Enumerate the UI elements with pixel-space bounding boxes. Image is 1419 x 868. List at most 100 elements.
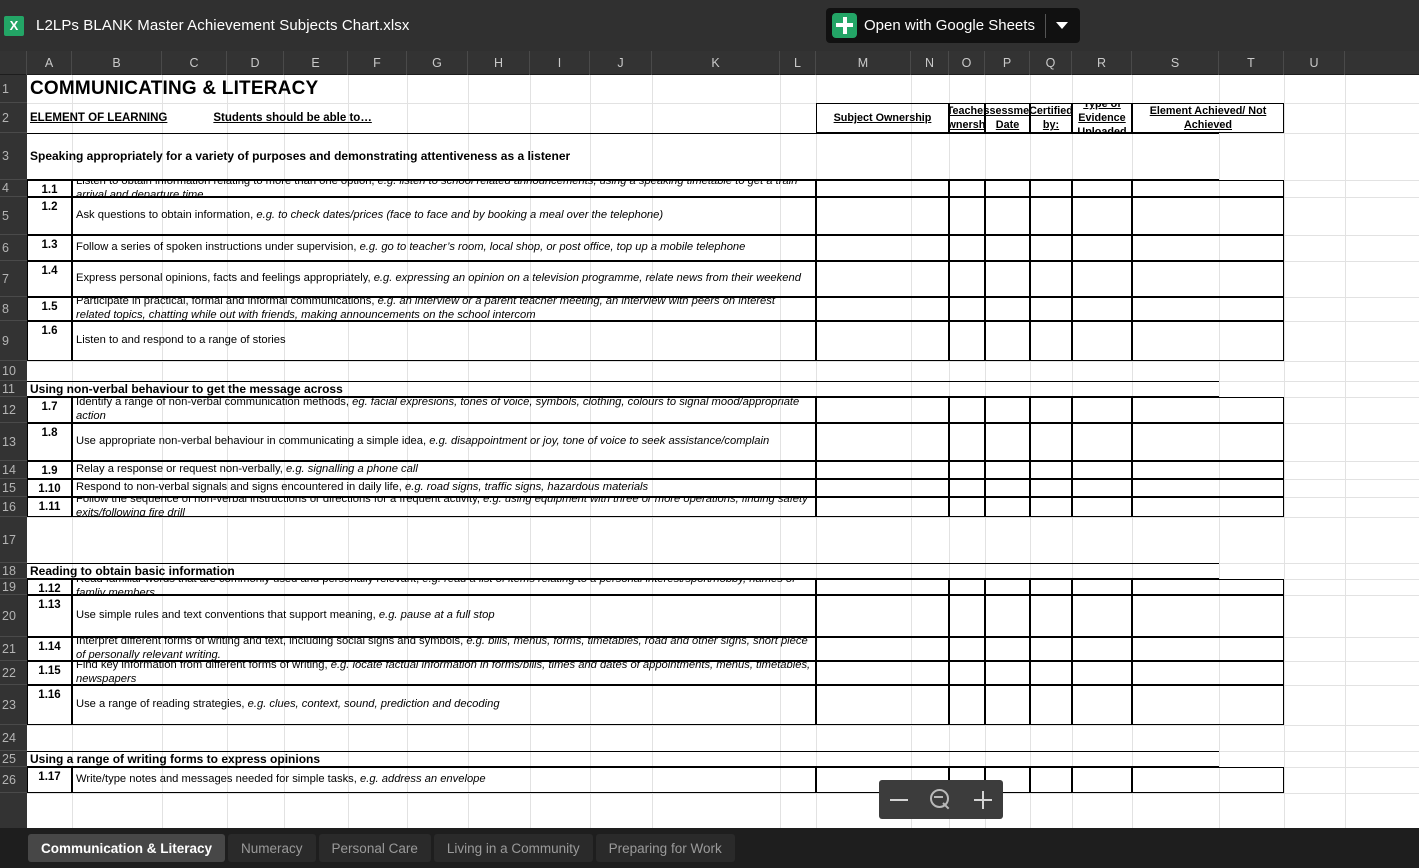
entry-cell-certified-by[interactable] xyxy=(1030,685,1072,725)
entry-cell-assessment-date[interactable] xyxy=(985,235,1030,261)
column-header-o[interactable]: O xyxy=(949,51,985,75)
item-ref-cell[interactable]: 1.13 xyxy=(27,595,72,637)
sheet-tab-personal-care[interactable]: Personal Care xyxy=(318,834,431,862)
item-ref-cell[interactable]: 1.2 xyxy=(27,197,72,235)
row-header-2[interactable]: 2 xyxy=(0,103,27,133)
entry-cell-teacher-ownership[interactable] xyxy=(949,497,985,517)
row-header-19[interactable]: 19 xyxy=(0,579,27,595)
item-ref-cell[interactable]: 1.7 xyxy=(27,397,72,423)
row-header-11[interactable]: 11 xyxy=(0,381,27,397)
row-header-23[interactable]: 23 xyxy=(0,685,27,725)
item-ref-cell[interactable]: 1.4 xyxy=(27,261,72,297)
column-header-g[interactable]: G xyxy=(407,51,468,75)
item-description-cell[interactable]: Respond to non-verbal signals and signs … xyxy=(72,479,816,497)
entry-cell-certified-by[interactable] xyxy=(1030,637,1072,661)
entry-cell-certified-by[interactable] xyxy=(1030,180,1072,197)
entry-cell-subject-ownership[interactable] xyxy=(816,579,949,595)
row-header-9[interactable]: 9 xyxy=(0,321,27,361)
entry-cell-element-achieved-not-achieved[interactable] xyxy=(1132,461,1284,479)
entry-cell-subject-ownership[interactable] xyxy=(816,297,949,321)
entry-cell-assessment-date[interactable] xyxy=(985,180,1030,197)
entry-cell-certified-by[interactable] xyxy=(1030,297,1072,321)
entry-cell-type-of-evidence-uploaded[interactable] xyxy=(1072,479,1132,497)
spreadsheet-grid[interactable]: COMMUNICATING & LITERACY ELEMENT OF LEARN… xyxy=(27,75,1419,828)
column-header-d[interactable]: D xyxy=(227,51,284,75)
entry-cell-certified-by[interactable] xyxy=(1030,197,1072,235)
column-header-m[interactable]: M xyxy=(816,51,911,75)
entry-cell-assessment-date[interactable] xyxy=(985,423,1030,461)
column-header-l[interactable]: L xyxy=(780,51,816,75)
entry-cell-teacher-ownership[interactable] xyxy=(949,579,985,595)
open-with-google-sheets-button[interactable]: Open with Google Sheets xyxy=(826,8,1080,43)
entry-cell-assessment-date[interactable] xyxy=(985,321,1030,361)
row-header-1[interactable]: 1 xyxy=(0,75,27,103)
entry-cell-teacher-ownership[interactable] xyxy=(949,461,985,479)
entry-cell-teacher-ownership[interactable] xyxy=(949,321,985,361)
column-header-e[interactable]: E xyxy=(284,51,348,75)
item-description-cell[interactable]: Participate in practical, formal and inf… xyxy=(72,297,816,321)
row-header-18[interactable]: 18 xyxy=(0,563,27,579)
entry-cell-element-achieved-not-achieved[interactable] xyxy=(1132,661,1284,685)
item-ref-cell[interactable]: 1.9 xyxy=(27,461,72,479)
entry-cell-type-of-evidence-uploaded[interactable] xyxy=(1072,261,1132,297)
entry-cell-subject-ownership[interactable] xyxy=(816,321,949,361)
item-ref-cell[interactable]: 1.8 xyxy=(27,423,72,461)
entry-cell-subject-ownership[interactable] xyxy=(816,397,949,423)
item-ref-cell[interactable]: 1.5 xyxy=(27,297,72,321)
chevron-down-icon[interactable] xyxy=(1046,8,1078,43)
select-all-corner[interactable] xyxy=(0,51,27,75)
entry-cell-certified-by[interactable] xyxy=(1030,479,1072,497)
column-header-s[interactable]: S xyxy=(1132,51,1219,75)
entry-cell-subject-ownership[interactable] xyxy=(816,497,949,517)
item-ref-cell[interactable]: 1.1 xyxy=(27,180,72,197)
entry-cell-subject-ownership[interactable] xyxy=(816,637,949,661)
entry-cell-certified-by[interactable] xyxy=(1030,595,1072,637)
entry-cell-element-achieved-not-achieved[interactable] xyxy=(1132,479,1284,497)
entry-cell-teacher-ownership[interactable] xyxy=(949,297,985,321)
entry-cell-subject-ownership[interactable] xyxy=(816,235,949,261)
item-description-cell[interactable]: Follow a series of spoken instructions u… xyxy=(72,235,816,261)
row-header-21[interactable]: 21 xyxy=(0,637,27,661)
header-cell-teacher-ownership[interactable]: Teacher Ownership xyxy=(949,103,985,133)
entry-cell-element-achieved-not-achieved[interactable] xyxy=(1132,497,1284,517)
entry-cell-assessment-date[interactable] xyxy=(985,685,1030,725)
entry-cell-assessment-date[interactable] xyxy=(985,479,1030,497)
item-ref-cell[interactable]: 1.16 xyxy=(27,685,72,725)
item-description-cell[interactable]: Follow the sequence of non-verbal instru… xyxy=(72,497,816,517)
entry-cell-certified-by[interactable] xyxy=(1030,397,1072,423)
zoom-control[interactable] xyxy=(879,780,1003,819)
entry-cell-subject-ownership[interactable] xyxy=(816,261,949,297)
entry-cell-element-achieved-not-achieved[interactable] xyxy=(1132,637,1284,661)
entry-cell-type-of-evidence-uploaded[interactable] xyxy=(1072,767,1132,793)
item-description-cell[interactable]: Find key information from different form… xyxy=(72,661,816,685)
entry-cell-element-achieved-not-achieved[interactable] xyxy=(1132,767,1284,793)
entry-cell-type-of-evidence-uploaded[interactable] xyxy=(1072,297,1132,321)
entry-cell-type-of-evidence-uploaded[interactable] xyxy=(1072,235,1132,261)
entry-cell-type-of-evidence-uploaded[interactable] xyxy=(1072,321,1132,361)
item-description-cell[interactable]: Interpret different forms of writing and… xyxy=(72,637,816,661)
entry-cell-teacher-ownership[interactable] xyxy=(949,661,985,685)
column-header-t[interactable]: T xyxy=(1219,51,1284,75)
column-header-a[interactable]: A xyxy=(27,51,72,75)
entry-cell-certified-by[interactable] xyxy=(1030,579,1072,595)
entry-cell-subject-ownership[interactable] xyxy=(816,197,949,235)
item-ref-cell[interactable]: 1.10 xyxy=(27,479,72,497)
header-cell-certified-by[interactable]: Certified by: xyxy=(1030,103,1072,133)
row-header-12[interactable]: 12 xyxy=(0,397,27,423)
entry-cell-element-achieved-not-achieved[interactable] xyxy=(1132,423,1284,461)
header-cell-assessment-date[interactable]: Assessment Date xyxy=(985,103,1030,133)
column-header-j[interactable]: J xyxy=(590,51,652,75)
entry-cell-element-achieved-not-achieved[interactable] xyxy=(1132,235,1284,261)
row-header-16[interactable]: 16 xyxy=(0,497,27,517)
entry-cell-assessment-date[interactable] xyxy=(985,397,1030,423)
row-header-22[interactable]: 22 xyxy=(0,661,27,685)
item-ref-cell[interactable]: 1.17 xyxy=(27,767,72,793)
entry-cell-subject-ownership[interactable] xyxy=(816,461,949,479)
zoom-magnifier-icon[interactable] xyxy=(930,788,952,811)
entry-cell-type-of-evidence-uploaded[interactable] xyxy=(1072,461,1132,479)
row-header-26[interactable]: 26 xyxy=(0,767,27,793)
column-header-n[interactable]: N xyxy=(911,51,949,75)
entry-cell-teacher-ownership[interactable] xyxy=(949,637,985,661)
column-header-q[interactable]: Q xyxy=(1030,51,1072,75)
item-ref-cell[interactable]: 1.12 xyxy=(27,579,72,595)
